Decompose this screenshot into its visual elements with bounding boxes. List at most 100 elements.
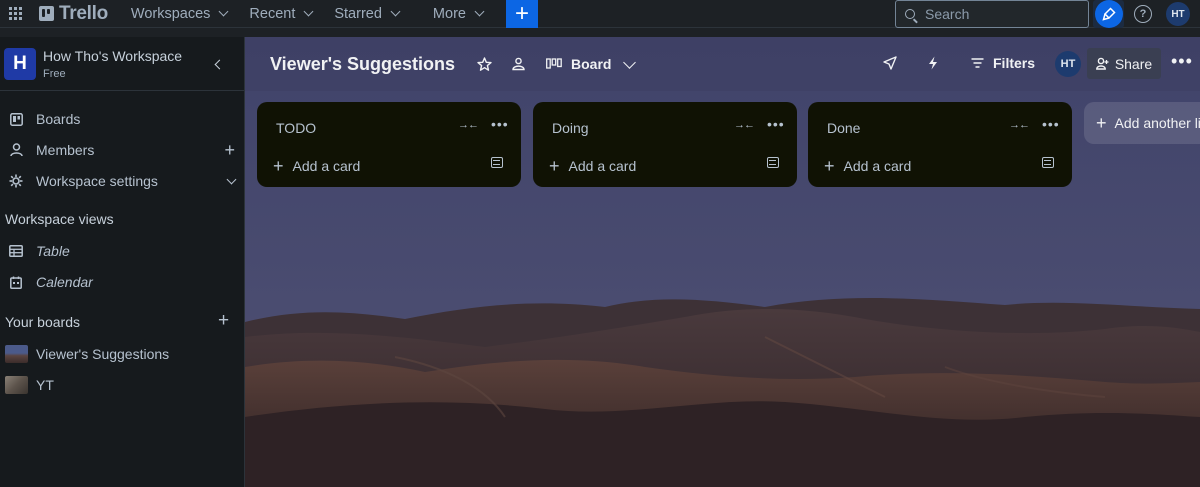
sidebar-item-label: Viewer's Suggestions [36,346,170,362]
sidebar-item-label: Workspace settings [36,173,158,189]
plus-icon: + [514,0,529,27]
card-template-icon[interactable] [491,157,503,168]
create-button[interactable]: + [505,0,538,28]
share-label: Share [1114,55,1153,72]
board-member-initials: HT [1060,58,1076,70]
nav-menu: Workspaces Recent Starred More [120,0,494,28]
sidebar-item-label: Table [36,243,70,259]
list-doing[interactable]: Doing →← ••• + Add a card [533,102,797,187]
chevron-down-icon [226,174,237,185]
search-box[interactable] [895,0,1089,28]
nav-recent-label: Recent [249,5,296,22]
expand-settings-button[interactable] [226,169,237,185]
add-board-button[interactable]: + [218,310,229,332]
board-view-icon [546,58,562,69]
workspace-logo-letter: H [13,52,27,74]
power-ups-button[interactable] [883,56,897,70]
nav-workspaces-label: Workspaces [130,5,211,22]
search-input[interactable] [925,6,1085,22]
collapse-sidebar-button[interactable] [205,52,229,76]
chevron-down-icon [303,6,314,17]
top-navigation: Trello Workspaces Recent Starred More + … [0,0,1200,28]
sidebar-item-members[interactable]: Members + [0,136,245,164]
sidebar-item-label: Boards [36,111,81,127]
collapse-list-icon[interactable]: →← [458,119,479,131]
plus-icon: + [1096,113,1107,133]
trello-logo[interactable]: Trello [39,3,108,25]
add-list-button[interactable]: + Add another list [1084,102,1200,144]
add-card-button[interactable]: + Add a card [273,157,361,175]
sidebar-item-boards[interactable]: Boards [0,105,245,133]
card-template-icon[interactable] [1042,157,1054,168]
list-title[interactable]: Doing [552,120,589,136]
nav-more[interactable]: More [422,0,494,28]
lightning-icon [929,56,937,70]
sidebar-item-calendar[interactable]: Calendar [0,268,245,296]
nav-recent[interactable]: Recent [238,0,323,28]
chevron-down-icon [390,6,401,17]
board-member-avatar[interactable]: HT [1055,51,1081,77]
list-title[interactable]: TODO [276,120,316,136]
board-icon [9,112,23,126]
add-person-icon [1095,57,1109,70]
workspace-logo[interactable]: H [4,47,36,80]
nav-starred[interactable]: Starred [323,0,410,28]
add-card-button[interactable]: + Add a card [824,156,911,176]
workspace-name[interactable]: How Tho's Workspace [43,48,182,64]
gear-icon [9,174,23,188]
star-icon [477,56,492,71]
nav-starred-label: Starred [334,5,382,22]
list-menu-icon[interactable]: ••• [767,116,785,132]
chevron-down-icon [623,55,637,69]
star-board-button[interactable] [477,56,492,72]
app-switcher-icon[interactable] [9,6,23,21]
your-boards-heading: Your boards [5,314,80,330]
logo-text: Trello [59,2,108,24]
workspace-views-heading: Workspace views [5,211,114,227]
visibility-button[interactable] [511,57,526,71]
table-icon [9,244,23,258]
share-button[interactable]: Share [1087,48,1161,79]
chevron-down-icon [218,6,229,17]
board-menu-icon[interactable]: ••• [1171,52,1193,70]
chevron-down-icon [474,6,485,17]
card-template-icon[interactable] [767,157,779,168]
view-switcher-label: Board [571,56,612,72]
add-card-label: Add a card [292,158,361,174]
nav-workspaces[interactable]: Workspaces [120,0,239,28]
filter-icon [971,58,984,68]
account-avatar[interactable]: HT [1166,2,1190,26]
list-menu-icon[interactable]: ••• [491,116,509,132]
list-done[interactable]: Done →← ••• + Add a card [808,102,1072,187]
sidebar-item-workspace-settings[interactable]: Workspace settings [0,167,245,195]
add-list-label: Add another list [1114,115,1200,131]
board-canvas: Viewer's Suggestions Board Filters HT Sh… [245,37,1200,487]
automation-button[interactable] [928,56,938,70]
sidebar-item-table[interactable]: Table [0,237,245,265]
notifications-button[interactable] [1093,0,1124,28]
plus-icon: + [824,156,835,176]
sidebar-board-yt[interactable]: YT [0,371,245,399]
list-title[interactable]: Done [827,120,860,136]
help-icon: ? [1139,8,1147,20]
board-title[interactable]: Viewer's Suggestions [270,54,455,75]
workspace-plan: Free [43,67,66,80]
list-menu-icon[interactable]: ••• [1042,116,1060,132]
collapse-list-icon[interactable]: →← [734,119,755,131]
rocket-icon [883,56,897,70]
sidebar-item-label: Members [36,142,95,158]
help-button[interactable]: ? [1134,5,1152,23]
calendar-icon [9,275,23,289]
collapse-list-icon[interactable]: →← [1009,119,1030,131]
workspace-sidebar: H How Tho's Workspace Free Boards Member… [0,37,245,487]
list-todo[interactable]: TODO →← ••• + Add a card [257,102,521,187]
filters-button[interactable]: Filters [971,55,1035,71]
people-icon [512,57,525,71]
sidebar-board-viewers-suggestions[interactable]: Viewer's Suggestions [0,340,245,368]
add-member-button[interactable]: + [224,141,235,159]
notifications-circle [1094,0,1123,28]
view-switcher-button[interactable]: Board [546,55,637,72]
nav-more-label: More [432,5,466,22]
add-card-button[interactable]: + Add a card [549,157,636,175]
board-thumbnail [5,345,28,363]
